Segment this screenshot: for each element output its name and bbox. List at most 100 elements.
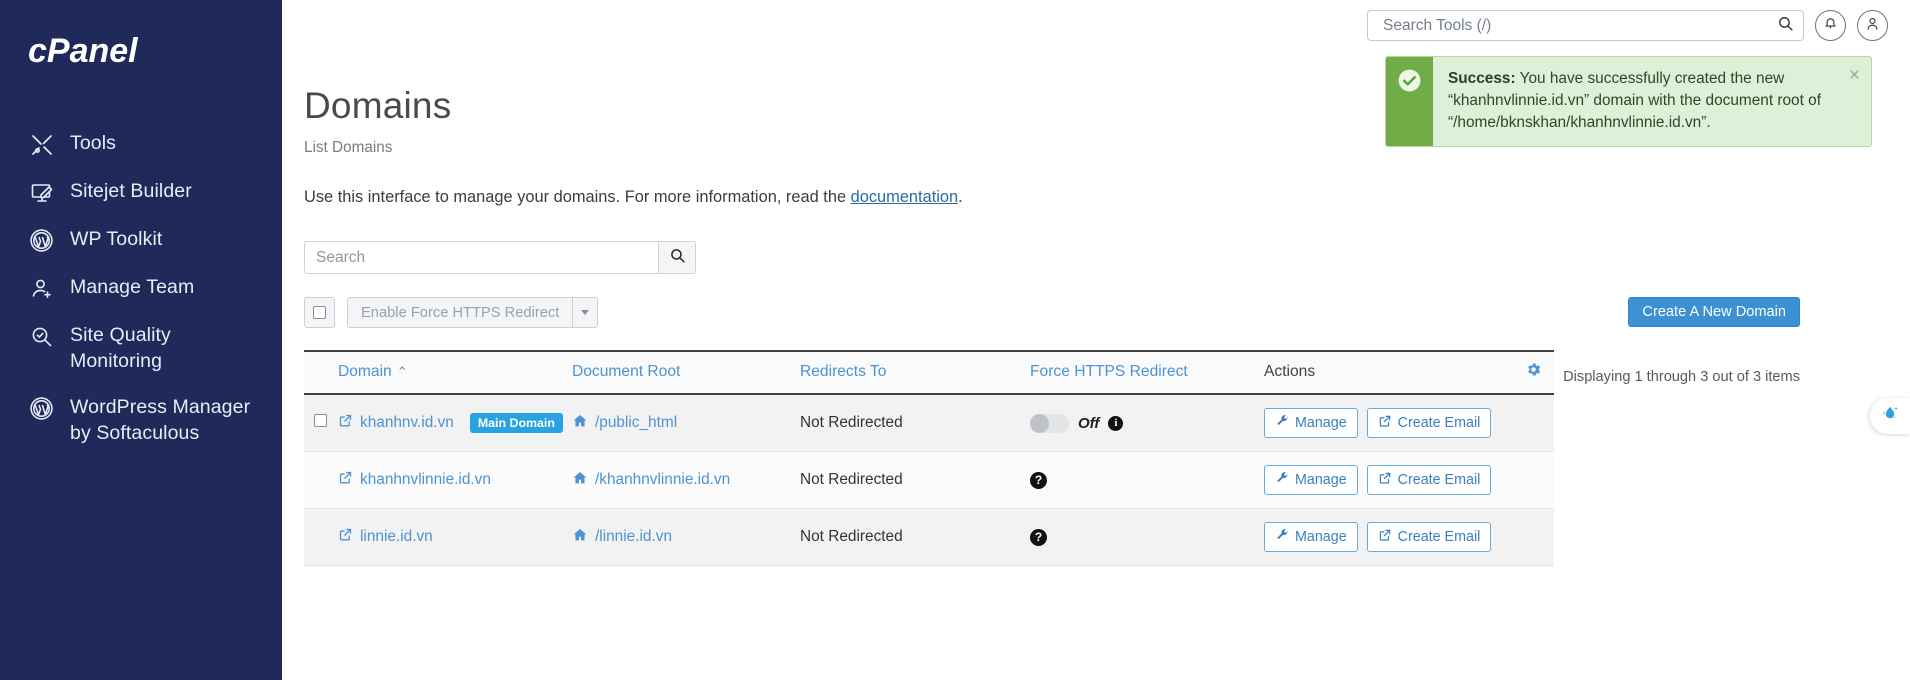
content: Domains List Domains Use this interface … [282,85,1910,566]
create-email-button[interactable]: Create Email [1366,465,1492,495]
sidebar: cPanel Tools Sitejet Builder WP Toolkit … [0,0,282,680]
sidebar-item-site-quality-monitoring[interactable]: Site Quality Monitoring [0,312,282,384]
domains-table: Domain ⌃ Document Root Redirects To Force… [304,350,1554,566]
external-link-icon [338,470,353,490]
manage-button[interactable]: Manage [1264,465,1358,495]
info-icon[interactable]: i [1108,415,1124,431]
external-link-icon [338,413,353,433]
sidebar-item-label: Manage Team [70,276,195,298]
row-actions-cell: Manage Create Email [1264,394,1554,452]
manage-button[interactable]: Manage [1264,408,1358,438]
row-checkbox-cell [304,394,338,452]
tools-search-box[interactable] [1367,10,1804,41]
svg-text:cPanel: cPanel [28,32,139,70]
document-root-link[interactable]: /linnie.id.vn [595,528,672,546]
row-document-root-cell: /linnie.id.vn [572,508,800,566]
document-root-link[interactable]: /khanhnvlinnie.id.vn [595,471,730,489]
document-root-link[interactable]: /public_html [595,414,677,432]
wrench-icon [1275,414,1289,432]
topbar [282,0,1910,52]
table-header-row: Domain ⌃ Document Root Redirects To Force… [304,350,1554,395]
question-icon[interactable]: ? [1030,471,1047,489]
sidebar-item-label: Site Quality Monitoring [70,324,171,372]
create-email-button-label: Create Email [1397,472,1481,488]
header-actions: Actions [1264,350,1450,395]
notifications-button[interactable] [1815,10,1846,41]
bulk-toolbar: Enable Force HTTPS Redirect Create A New… [304,297,1910,328]
header-document-root[interactable]: Document Root [572,350,800,395]
check-circle-icon [1397,68,1422,98]
row-force-https-cell: ? [1030,508,1264,566]
bulk-action-dropdown-toggle[interactable] [572,297,599,328]
user-icon [1865,16,1880,36]
external-link-icon [1378,414,1392,432]
alert-strong-label: Success: [1448,70,1516,87]
row-document-root-cell: /public_html [572,394,800,452]
bulk-action-split-button: Enable Force HTTPS Redirect [347,297,599,328]
sidebar-item-tools[interactable]: Tools [0,120,282,168]
sort-asc-icon: ⌃ [396,364,408,379]
cpanel-app: cPanel Tools Sitejet Builder WP Toolkit … [0,0,1910,680]
create-email-button-label: Create Email [1397,415,1481,431]
success-alert: Success: You have successfully created t… [1385,56,1872,147]
create-email-button[interactable]: Create Email [1366,408,1492,438]
sidebar-item-wordpress-manager[interactable]: WordPress Manager by Softaculous [0,384,282,456]
row-redirects-to-cell: Not Redirected [800,394,1030,452]
items-count: Displaying 1 through 3 out of 3 items [1563,369,1800,385]
row-actions-cell: Manage Create Email [1264,451,1554,509]
main-domain-badge: Main Domain [469,413,563,433]
search-icon[interactable] [1777,15,1794,37]
question-icon[interactable]: ? [1030,528,1047,546]
domain-search-row [304,241,1910,274]
wordpress-icon [28,395,55,422]
sidebar-item-sitejet-builder[interactable]: Sitejet Builder [0,168,282,216]
header-domain-label: Domain [338,363,392,380]
row-checkbox[interactable] [314,414,327,427]
magnifier-check-icon [28,323,55,350]
manage-button-label: Manage [1295,415,1347,431]
cpanel-logo[interactable]: cPanel [0,18,282,90]
row-force-https-cell: Off i [1030,394,1264,452]
sidebar-item-label: Tools [70,132,117,154]
assistant-widget-tab[interactable] [1870,398,1910,434]
external-link-icon [1378,471,1392,489]
sidebar-item-manage-team[interactable]: Manage Team [0,264,282,312]
table-body: khanhnv.id.vn Main Domain /public_html N… [304,394,1554,566]
search-input[interactable] [1381,15,1777,36]
domains-table-wrapper: Domain ⌃ Document Root Redirects To Force… [304,350,1554,566]
search-icon [669,247,686,269]
table-row: linnie.id.vn /linnie.id.vn Not Redirecte… [304,508,1554,566]
toggle-knob [1030,413,1049,433]
header-domain[interactable]: Domain ⌃ [338,350,572,395]
table-row: khanhnvlinnie.id.vn /khanhnvlinnie.id.vn… [304,451,1554,509]
manage-button-label: Manage [1295,529,1347,545]
row-force-https-cell: ? [1030,451,1264,509]
create-email-button-label: Create Email [1397,529,1481,545]
header-redirects-to[interactable]: Redirects To [800,350,1030,395]
domain-search-input[interactable] [304,241,659,274]
row-checkbox-cell [304,508,338,566]
alert-message: Success: You have successfully created t… [1433,57,1849,146]
header-force-https-redirect[interactable]: Force HTTPS Redirect [1030,350,1264,395]
documentation-link[interactable]: documentation [851,188,959,206]
home-icon [572,470,588,491]
table-settings-button[interactable] [1449,350,1554,395]
sidebar-item-label: Sitejet Builder [70,180,192,202]
force-https-toggle[interactable] [1030,413,1069,433]
create-new-domain-button[interactable]: Create A New Domain [1628,297,1800,327]
domain-link[interactable]: khanhnv.id.vn [360,414,454,432]
manage-button[interactable]: Manage [1264,522,1358,552]
sidebar-item-wp-toolkit[interactable]: WP Toolkit [0,216,282,264]
bell-icon [1823,16,1838,36]
create-email-button[interactable]: Create Email [1366,522,1492,552]
gear-icon [1525,363,1542,382]
tools-icon [28,131,55,158]
bulk-action-label[interactable]: Enable Force HTTPS Redirect [347,297,574,328]
select-all-checkbox[interactable] [304,297,335,328]
domain-link[interactable]: linnie.id.vn [360,528,433,546]
domain-search-button[interactable] [658,241,696,274]
sidebar-item-label: WP Toolkit [70,228,163,250]
alert-close-button[interactable]: × [1849,57,1871,146]
domain-link[interactable]: khanhnvlinnie.id.vn [360,471,491,489]
account-button[interactable] [1857,10,1888,41]
